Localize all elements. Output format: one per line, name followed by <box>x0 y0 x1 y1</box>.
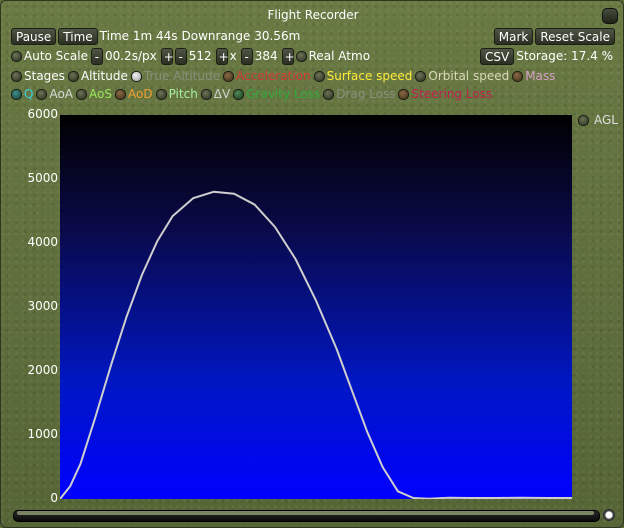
toggle-indicator-icon <box>313 70 325 82</box>
agl-label: AGL <box>594 113 618 127</box>
toggle-label: Orbital speed <box>428 69 510 83</box>
reset-scale-button[interactable]: Reset Scale <box>535 27 615 45</box>
toggle-indicator-icon <box>223 70 235 82</box>
toggle-aoa[interactable]: AoA <box>36 87 73 101</box>
toggle-label: True Altitude <box>143 69 221 83</box>
series-toggle-row-1: Stages Altitude True Altitude Acceleration S… <box>11 67 558 85</box>
pause-button[interactable]: Pause <box>11 27 57 45</box>
toggle-indicator-icon <box>67 70 79 82</box>
y-tick-label: 2000 <box>27 363 58 377</box>
toggle-indicator-icon <box>512 70 524 82</box>
toggle-indicator-icon <box>155 88 167 100</box>
toggle-indicator-icon <box>114 88 126 100</box>
toggle-indicator-icon <box>36 88 48 100</box>
y-tick-label: 1000 <box>27 427 58 441</box>
toggle-gravity-loss[interactable]: Gravity Loss <box>233 87 320 101</box>
toggle-drag-loss[interactable]: Drag Loss <box>323 87 395 101</box>
scroll-thumb[interactable] <box>17 511 594 515</box>
y-tick-label: 0 <box>50 491 58 505</box>
time-scrollbar[interactable] <box>13 507 619 523</box>
toggle-indicator-icon <box>11 50 22 62</box>
mark-button[interactable]: Mark <box>493 27 534 45</box>
real-atmo-toggle[interactable]: Real Atmo <box>295 49 371 63</box>
window-title: Flight Recorder <box>267 8 359 22</box>
flight-recorder-window: Flight Recorder Pause Time Time 1m 44s D… <box>0 0 624 528</box>
toggle-true-altitude[interactable]: True Altitude <box>130 69 221 83</box>
toggle-label: AoD <box>127 87 153 101</box>
toggle-aod[interactable]: AoD <box>114 87 153 101</box>
toggle-label: Surface speed <box>326 69 413 83</box>
toggle-mass[interactable]: Mass <box>512 69 555 83</box>
csv-button[interactable]: CSV <box>480 47 515 65</box>
width-value: 512 <box>188 49 212 63</box>
storage-readout: Storage: 17.4 % <box>516 49 613 63</box>
agl-toggle[interactable]: AGL <box>578 113 618 127</box>
size-separator: x <box>229 49 237 63</box>
toggle-label: Steering Loss <box>411 87 493 101</box>
toggle-stages[interactable]: Stages <box>11 69 65 83</box>
height-value: 384 <box>254 49 278 63</box>
time-scale-increase-button[interactable]: + <box>160 47 174 65</box>
chart-area: 0 1000 2000 3000 4000 5000 6000 AGL <box>11 107 619 505</box>
toggle-indicator-icon <box>398 88 410 100</box>
toggle-label: Acceleration <box>236 69 311 83</box>
toggle-label: Q <box>24 87 34 101</box>
toggle-q[interactable]: Q <box>11 87 33 101</box>
toggle-label: ΔV <box>213 87 231 101</box>
y-tick-label: 5000 <box>27 171 58 185</box>
height-increase-button[interactable]: + <box>281 47 295 65</box>
toggle-indicator-icon <box>233 88 245 100</box>
toggle-label: AoS <box>89 87 112 101</box>
toggle-label: Stages <box>24 69 65 83</box>
toggle-label: Gravity Loss <box>246 87 321 101</box>
toggle-orbital-speed[interactable]: Orbital speed <box>415 69 509 83</box>
title-bar[interactable]: Flight Recorder <box>1 5 624 25</box>
toggle-indicator-icon <box>323 88 335 100</box>
real-atmo-label: Real Atmo <box>308 49 371 63</box>
toggle-steering-loss[interactable]: Steering Loss <box>398 87 492 101</box>
time-scale-value: 00.2s/px <box>104 49 157 63</box>
series-line-0 <box>59 190 572 500</box>
time-button[interactable]: Time <box>58 27 98 45</box>
scale-controls-row: Auto Scale - 00.2s/px + - 512 + x - 384 … <box>11 47 617 65</box>
toggle-indicator-icon <box>11 88 22 100</box>
y-tick-label: 4000 <box>27 235 58 249</box>
toggle-pitch[interactable]: Pitch <box>155 87 198 101</box>
toggle-label: AoA <box>49 87 74 101</box>
toggle-indicator-icon <box>76 88 88 100</box>
toggle-acceleration[interactable]: Acceleration <box>223 69 311 83</box>
toggle-v[interactable]: ΔV <box>200 87 231 101</box>
toggle-indicator-icon <box>11 70 22 82</box>
toggle-indicator-icon <box>130 70 142 82</box>
auto-scale-toggle[interactable]: Auto Scale <box>11 49 88 63</box>
y-tick-label: 3000 <box>27 299 58 313</box>
width-decrease-button[interactable]: - <box>174 47 187 65</box>
downrange-readout: Downrange 30.56m <box>181 29 301 43</box>
toggle-label: Mass <box>525 69 556 83</box>
time-readout: Time 1m 44s <box>99 29 178 43</box>
close-button[interactable] <box>602 8 618 24</box>
toggle-surface-speed[interactable]: Surface speed <box>313 69 413 83</box>
plot-area[interactable] <box>59 115 572 500</box>
toggle-aos[interactable]: AoS <box>76 87 112 101</box>
time-scale-decrease-button[interactable]: - <box>90 47 103 65</box>
series-toggle-row-2: Q AoA AoS AoD Pitch ΔV Gravity Loss Drag Loss St… <box>11 85 495 103</box>
altitude-chart <box>59 190 572 500</box>
toggle-label: Drag Loss <box>336 87 396 101</box>
height-decrease-button[interactable]: - <box>240 47 253 65</box>
toggle-indicator-icon <box>200 88 212 100</box>
toggle-altitude[interactable]: Altitude <box>67 69 128 83</box>
toggle-indicator-icon <box>295 50 307 62</box>
auto-scale-label: Auto Scale <box>24 49 88 63</box>
y-tick-label: 6000 <box>27 107 58 121</box>
top-controls-row: Pause Time Time 1m 44s Downrange 30.56m … <box>11 27 617 45</box>
width-increase-button[interactable]: + <box>215 47 229 65</box>
toggle-label: Pitch <box>168 87 198 101</box>
resize-handle-icon[interactable] <box>603 509 615 521</box>
toggle-indicator-icon <box>578 114 589 126</box>
toggle-label: Altitude <box>80 69 128 83</box>
toggle-indicator-icon <box>415 70 427 82</box>
